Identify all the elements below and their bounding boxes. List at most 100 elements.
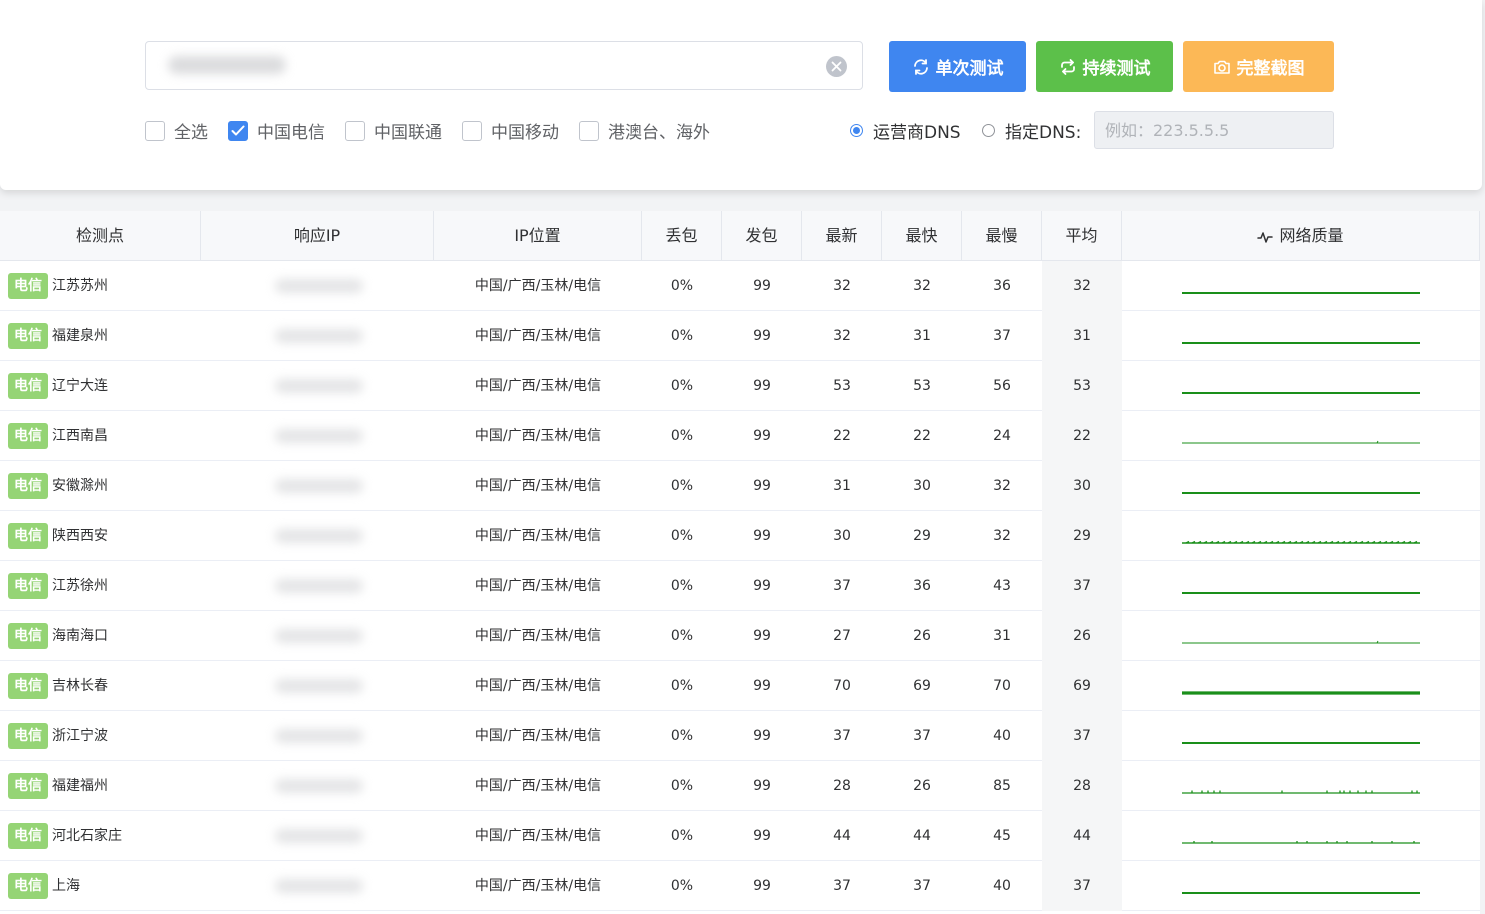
network-quality-sparkline xyxy=(1182,892,1420,894)
circle-close-icon[interactable] xyxy=(826,56,847,77)
isp-badge: 电信 xyxy=(8,373,48,399)
node-name: 福建福州 xyxy=(52,778,108,794)
filter-label: 全选 xyxy=(174,123,208,143)
continuous-test-button[interactable]: 持续测试 xyxy=(1036,41,1173,92)
checkbox-checked[interactable] xyxy=(228,120,248,141)
cell-latest: 32 xyxy=(833,278,851,294)
node-name: 江苏徐州 xyxy=(52,578,108,594)
check-icon xyxy=(231,125,245,135)
checkbox[interactable] xyxy=(345,120,365,141)
network-quality-sparkline xyxy=(1182,292,1420,294)
ip-location: 中国/广西/玉林/电信 xyxy=(474,528,602,544)
header-loss[interactable]: 丢包 xyxy=(642,211,722,261)
table-row[interactable]: 电信 辽宁大连 中国/广西/玉林/电信 0% 99 53 53 56 53 xyxy=(0,361,1480,411)
radio-button-selected[interactable] xyxy=(850,124,863,137)
header-slowest[interactable]: 最慢 xyxy=(962,211,1042,261)
cell-fastest: 36 xyxy=(913,578,931,594)
header-fastest[interactable]: 最快 xyxy=(882,211,962,261)
cell-fastest: 69 xyxy=(913,678,931,694)
control-panel: 单次测试 持续测试 完整截图 全选 中国电信 中国联通 中国移动 港澳台、海外 … xyxy=(0,0,1482,190)
cell-sent: 99 xyxy=(753,578,771,594)
network-quality-sparkline xyxy=(1182,790,1420,794)
single-test-button[interactable]: 单次测试 xyxy=(889,41,1026,92)
network-quality-sparkline xyxy=(1182,440,1420,444)
continuous-test-label: 持续测试 xyxy=(1082,59,1151,79)
search-box[interactable] xyxy=(145,41,863,90)
isp-badge: 电信 xyxy=(8,423,48,449)
cell-slowest: 31 xyxy=(993,628,1011,644)
isp-badge: 电信 xyxy=(8,473,48,499)
table-row[interactable]: 电信 海南海口 中国/广西/玉林/电信 0% 99 27 26 31 26 xyxy=(0,611,1480,661)
cell-loss: 0% xyxy=(670,678,694,694)
cell-loss: 0% xyxy=(670,528,694,544)
cell-slowest: 40 xyxy=(993,728,1011,744)
filter-china-telecom[interactable]: 中国电信 xyxy=(228,118,325,143)
table-row[interactable]: 电信 江苏苏州 中国/广西/玉林/电信 0% 99 32 32 36 32 xyxy=(0,261,1480,311)
table-row[interactable]: 电信 江西南昌 中国/广西/玉林/电信 0% 99 22 22 24 22 xyxy=(0,411,1480,461)
cell-sent: 99 xyxy=(753,878,771,894)
cell-latest: 37 xyxy=(833,728,851,744)
response-ip-redacted xyxy=(275,579,363,593)
header-latest[interactable]: 最新 xyxy=(802,211,882,261)
single-test-label: 单次测试 xyxy=(935,59,1004,79)
checkbox[interactable] xyxy=(462,120,482,141)
header-ip[interactable]: 响应IP xyxy=(201,211,434,261)
node-name: 辽宁大连 xyxy=(52,378,108,394)
cell-fastest: 37 xyxy=(913,728,931,744)
radio-button[interactable] xyxy=(982,124,995,137)
cell-fastest: 29 xyxy=(913,528,931,544)
filter-overseas[interactable]: 港澳台、海外 xyxy=(579,118,710,143)
ip-location: 中国/广西/玉林/电信 xyxy=(474,378,602,394)
ip-location: 中国/广西/玉林/电信 xyxy=(474,578,602,594)
filter-china-unicom[interactable]: 中国联通 xyxy=(345,118,442,143)
full-screenshot-button[interactable]: 完整截图 xyxy=(1183,41,1334,92)
cell-sent: 99 xyxy=(753,778,771,794)
cell-fastest: 32 xyxy=(913,278,931,294)
response-ip-redacted xyxy=(275,879,363,893)
table-row[interactable]: 电信 上海 中国/广西/玉林/电信 0% 99 37 37 40 37 xyxy=(0,861,1480,911)
cell-average: 69 xyxy=(1042,661,1122,711)
header-quality[interactable]: 网络质量 xyxy=(1122,211,1480,261)
table-row[interactable]: 电信 福建福州 中国/广西/玉林/电信 0% 99 28 26 85 28 xyxy=(0,761,1480,811)
node-name: 安徽滁州 xyxy=(52,478,108,494)
header-average[interactable]: 平均 xyxy=(1042,211,1122,261)
table-row[interactable]: 电信 陕西西安 中国/广西/玉林/电信 0% 99 30 29 32 29 xyxy=(0,511,1480,561)
cell-sent: 99 xyxy=(753,378,771,394)
header-location[interactable]: IP位置 xyxy=(434,211,642,261)
filter-china-mobile[interactable]: 中国移动 xyxy=(462,118,559,143)
radio-carrier-dns[interactable]: 运营商DNS xyxy=(850,118,961,143)
filter-label: 中国电信 xyxy=(257,123,325,143)
table-row[interactable]: 电信 福建泉州 中国/广西/玉林/电信 0% 99 32 31 37 31 xyxy=(0,311,1480,361)
camera-icon xyxy=(1213,60,1230,74)
table-row[interactable]: 电信 安徽滁州 中国/广西/玉林/电信 0% 99 31 30 32 30 xyxy=(0,461,1480,511)
response-ip-redacted xyxy=(275,279,363,293)
header-sent[interactable]: 发包 xyxy=(722,211,802,261)
radio-custom-dns[interactable]: 指定DNS: xyxy=(982,118,1081,143)
cell-latest: 32 xyxy=(833,328,851,344)
cell-slowest: 40 xyxy=(993,878,1011,894)
filter-select-all[interactable]: 全选 xyxy=(145,118,208,143)
cell-loss: 0% xyxy=(670,378,694,394)
network-quality-sparkline xyxy=(1182,492,1420,494)
node-name: 河北石家庄 xyxy=(52,828,122,844)
checkbox[interactable] xyxy=(145,120,165,141)
cell-loss: 0% xyxy=(670,828,694,844)
cell-fastest: 26 xyxy=(913,778,931,794)
table-row[interactable]: 电信 江苏徐州 中国/广西/玉林/电信 0% 99 37 36 43 37 xyxy=(0,561,1480,611)
table-row[interactable]: 电信 吉林长春 中国/广西/玉林/电信 0% 99 70 69 70 69 xyxy=(0,661,1480,711)
cell-latest: 31 xyxy=(833,478,851,494)
header-node[interactable]: 检测点 xyxy=(0,211,201,261)
ip-location: 中国/广西/玉林/电信 xyxy=(474,678,602,694)
checkbox[interactable] xyxy=(579,120,599,141)
ip-location: 中国/广西/玉林/电信 xyxy=(474,728,602,744)
cell-loss: 0% xyxy=(670,328,694,344)
custom-dns-input[interactable] xyxy=(1094,111,1334,149)
table-row[interactable]: 电信 河北石家庄 中国/广西/玉林/电信 0% 99 44 44 45 44 xyxy=(0,811,1480,861)
filter-label: 中国联通 xyxy=(374,123,442,143)
cell-fastest: 26 xyxy=(913,628,931,644)
response-ip-redacted xyxy=(275,629,363,643)
table-row[interactable]: 电信 浙江宁波 中国/广西/玉林/电信 0% 99 37 37 40 37 xyxy=(0,711,1480,761)
cell-sent: 99 xyxy=(753,678,771,694)
search-input[interactable] xyxy=(158,51,802,83)
cell-sent: 99 xyxy=(753,478,771,494)
